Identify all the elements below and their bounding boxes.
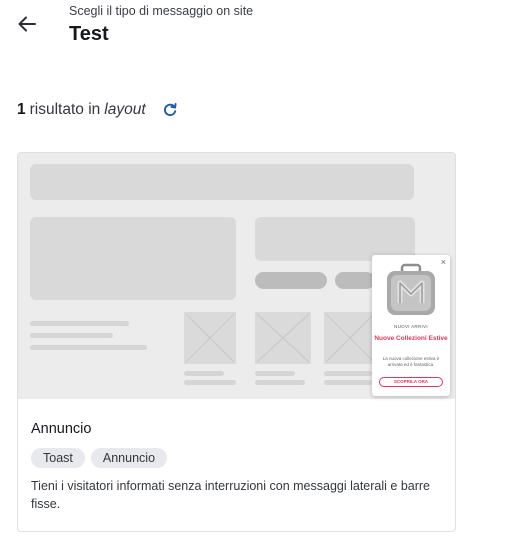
skeleton-line <box>324 380 372 385</box>
skeleton-line <box>324 371 372 376</box>
image-placeholder <box>184 312 236 364</box>
image-placeholder <box>255 312 311 364</box>
header: Scegli il tipo di messaggio on site Test <box>0 0 532 60</box>
page-title: Test <box>69 23 109 45</box>
skeleton-bar <box>30 164 414 200</box>
skeleton-block <box>30 217 236 300</box>
tag-list: Toast Annuncio <box>31 448 168 468</box>
results-count: 1 <box>17 101 26 118</box>
toast-kicker: NUOVI ARRIVI <box>394 324 428 329</box>
toast-preview: × NUOVI ARRIVI Nuove Collezioni Estive L… <box>372 255 450 396</box>
card-title: Annuncio <box>31 421 92 437</box>
skeleton-button <box>255 272 327 289</box>
back-button[interactable] <box>14 13 40 39</box>
skeleton-line <box>30 345 147 350</box>
card-description: Tieni i visitatori informati senza inter… <box>31 479 431 511</box>
suitcase-image <box>382 263 440 319</box>
results-text: risultato in <box>29 101 101 118</box>
page-subtitle: Scegli il tipo di messaggio on site <box>69 4 254 18</box>
results-scope: layout <box>104 101 146 118</box>
skeleton-line <box>184 380 236 385</box>
toast-cta-button: SCOPRILA ORA <box>379 377 443 387</box>
toast-headline: Nuove Collezioni Estive <box>374 335 448 342</box>
template-card-annuncio[interactable]: × NUOVI ARRIVI Nuove Collezioni Estive L… <box>17 152 456 532</box>
skeleton-line <box>30 321 129 326</box>
image-placeholder <box>324 312 376 364</box>
refresh-icon[interactable] <box>162 102 178 118</box>
results-summary: 1 risultato in layout <box>17 101 178 119</box>
layout-preview: × NUOVI ARRIVI Nuove Collezioni Estive L… <box>18 153 455 399</box>
skeleton-line <box>255 371 295 376</box>
skeleton-line <box>255 380 305 385</box>
tag: Annuncio <box>90 448 168 468</box>
close-icon: × <box>440 257 446 267</box>
arrow-left-icon <box>17 14 37 39</box>
tag: Toast <box>31 448 85 468</box>
skeleton-line <box>184 371 224 376</box>
toast-body: La nuova collezione estiva è arrivata ed… <box>382 356 440 367</box>
skeleton-line <box>30 333 113 338</box>
skeleton-button <box>335 272 375 289</box>
